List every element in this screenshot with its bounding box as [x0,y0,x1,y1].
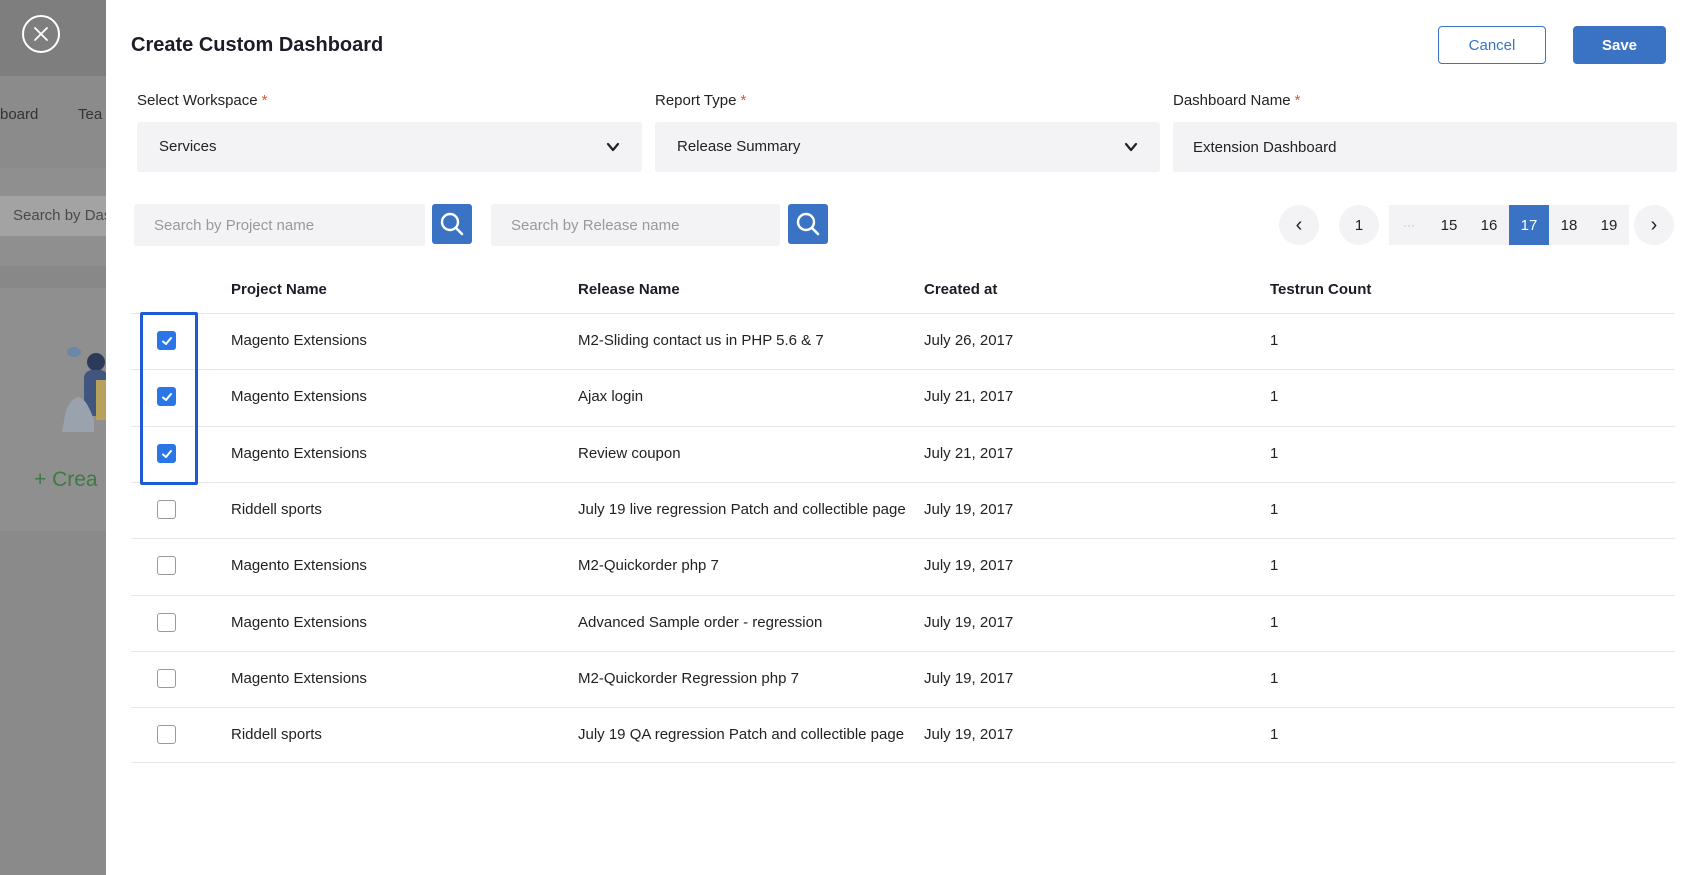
cell-project-name: Magento Extensions [231,614,367,631]
create-dashboard-panel: Create Custom Dashboard Cancel Save Sele… [106,0,1694,875]
cell-release-name: Advanced Sample order - regression [578,614,823,631]
cell-created-at: July 19, 2017 [924,614,1014,631]
cell-testrun-count: 1 [1270,388,1279,405]
table-row[interactable]: Magento Extensions M2-Sliding contact us … [131,313,1675,369]
cell-project-name: Magento Extensions [231,557,367,574]
chevron-down-icon [606,142,620,152]
pagination-page-1[interactable]: 1 [1339,205,1379,245]
chevron-down-icon [1124,142,1138,152]
cell-created-at: July 21, 2017 [924,445,1014,462]
cell-project-name: Magento Extensions [231,388,367,405]
checkbox[interactable] [157,556,176,575]
pagination-page[interactable]: 15 [1429,205,1469,245]
cell-testrun-count: 1 [1270,557,1279,574]
background-tab-dashboard: board [0,106,39,123]
checkbox-checked[interactable] [157,444,176,463]
pagination-page[interactable]: 16 [1469,205,1509,245]
cell-testrun-count: 1 [1270,501,1279,518]
empty-state-illustration [62,347,106,432]
project-search-input[interactable] [134,204,425,246]
pagination-prev-button[interactable]: ‹ [1279,205,1319,245]
cell-release-name: M2-Quickorder Regression php 7 [578,670,799,687]
column-header-project: Project Name [231,281,327,298]
column-header-created: Created at [924,281,998,298]
table-row[interactable]: Riddell sports July 19 QA regression Patc… [131,707,1675,763]
cell-created-at: July 19, 2017 [924,557,1014,574]
cell-project-name: Magento Extensions [231,332,367,349]
table-row[interactable]: Magento Extensions M2-Quickorder php 7 Jul… [131,538,1675,594]
cell-release-name: July 19 live regression Patch and collec… [578,501,906,518]
check-icon [161,392,172,401]
checkbox[interactable] [157,669,176,688]
cell-testrun-count: 1 [1270,614,1279,631]
cell-testrun-count: 1 [1270,332,1279,349]
report-type-label: Report Type * [655,92,747,109]
pagination-page[interactable]: 19 [1589,205,1629,245]
page-title: Create Custom Dashboard [131,34,384,56]
cell-release-name: Ajax login [578,388,644,405]
table-row[interactable]: Magento Extensions Advanced Sample order … [131,595,1675,651]
check-icon [161,336,172,345]
table-row[interactable]: Magento Extensions M2-Quickorder Regressi… [131,651,1675,707]
pagination-page[interactable]: 18 [1549,205,1589,245]
report-type-select[interactable]: Release Summary [655,122,1160,172]
required-icon: * [261,92,268,109]
cell-created-at: July 19, 2017 [924,670,1014,687]
check-icon [161,449,172,458]
cell-project-name: Magento Extensions [231,670,367,687]
cell-release-name: M2-Quickorder php 7 [578,557,719,574]
cell-release-name: Review coupon [578,445,681,462]
checkbox[interactable] [157,613,176,632]
pagination: ··· 15 16 17 18 19 [1389,205,1629,245]
column-header-testrun-count: Testrun Count [1270,281,1372,298]
background-search: Search by Das [0,196,106,236]
release-search-input[interactable] [491,204,780,246]
cell-release-name: July 19 QA regression Patch and collecti… [578,726,905,743]
background-page: board Tea Search by Das + Crea [0,0,106,875]
pagination-ellipsis: ··· [1403,218,1415,232]
cell-testrun-count: 1 [1270,726,1279,743]
checkbox-checked[interactable] [157,387,176,406]
checkbox-checked[interactable] [157,331,176,350]
cell-project-name: Magento Extensions [231,445,367,462]
pagination-next-button[interactable]: › [1634,205,1674,245]
project-search-button[interactable] [432,204,472,244]
cell-project-name: Riddell sports [231,726,322,743]
workspace-select[interactable]: Services [137,122,642,172]
cell-created-at: July 19, 2017 [924,726,1014,743]
search-icon [440,212,464,236]
cell-testrun-count: 1 [1270,445,1279,462]
checkbox[interactable] [157,500,176,519]
pagination-page-current[interactable]: 17 [1509,205,1549,245]
cell-created-at: July 21, 2017 [924,388,1014,405]
dashboard-name-input[interactable] [1173,122,1677,172]
checkbox[interactable] [157,725,176,744]
cell-release-name: M2-Sliding contact us in PHP 5.6 & 7 [578,332,824,349]
background-tab-team: Tea [78,106,103,123]
required-icon: * [740,92,747,109]
table-row[interactable]: Magento Extensions Ajax login July 21, 201… [131,369,1675,425]
close-icon[interactable] [22,15,60,53]
save-button[interactable]: Save [1573,26,1666,64]
column-header-release: Release Name [578,281,680,298]
background-create-button: + Crea [34,468,98,491]
required-icon: * [1294,92,1301,109]
dashboard-name-label: Dashboard Name * [1173,92,1301,109]
cell-project-name: Riddell sports [231,501,322,518]
cell-testrun-count: 1 [1270,670,1279,687]
cancel-button[interactable]: Cancel [1438,26,1546,64]
cell-created-at: July 19, 2017 [924,501,1014,518]
workspace-label: Select Workspace * [137,92,268,109]
table-row[interactable]: Riddell sports July 19 live regression Pa… [131,482,1675,538]
table-row[interactable]: Magento Extensions Review coupon July 21, … [131,426,1675,482]
search-icon [796,212,820,236]
cell-created-at: July 26, 2017 [924,332,1014,349]
release-search-button[interactable] [788,204,828,244]
